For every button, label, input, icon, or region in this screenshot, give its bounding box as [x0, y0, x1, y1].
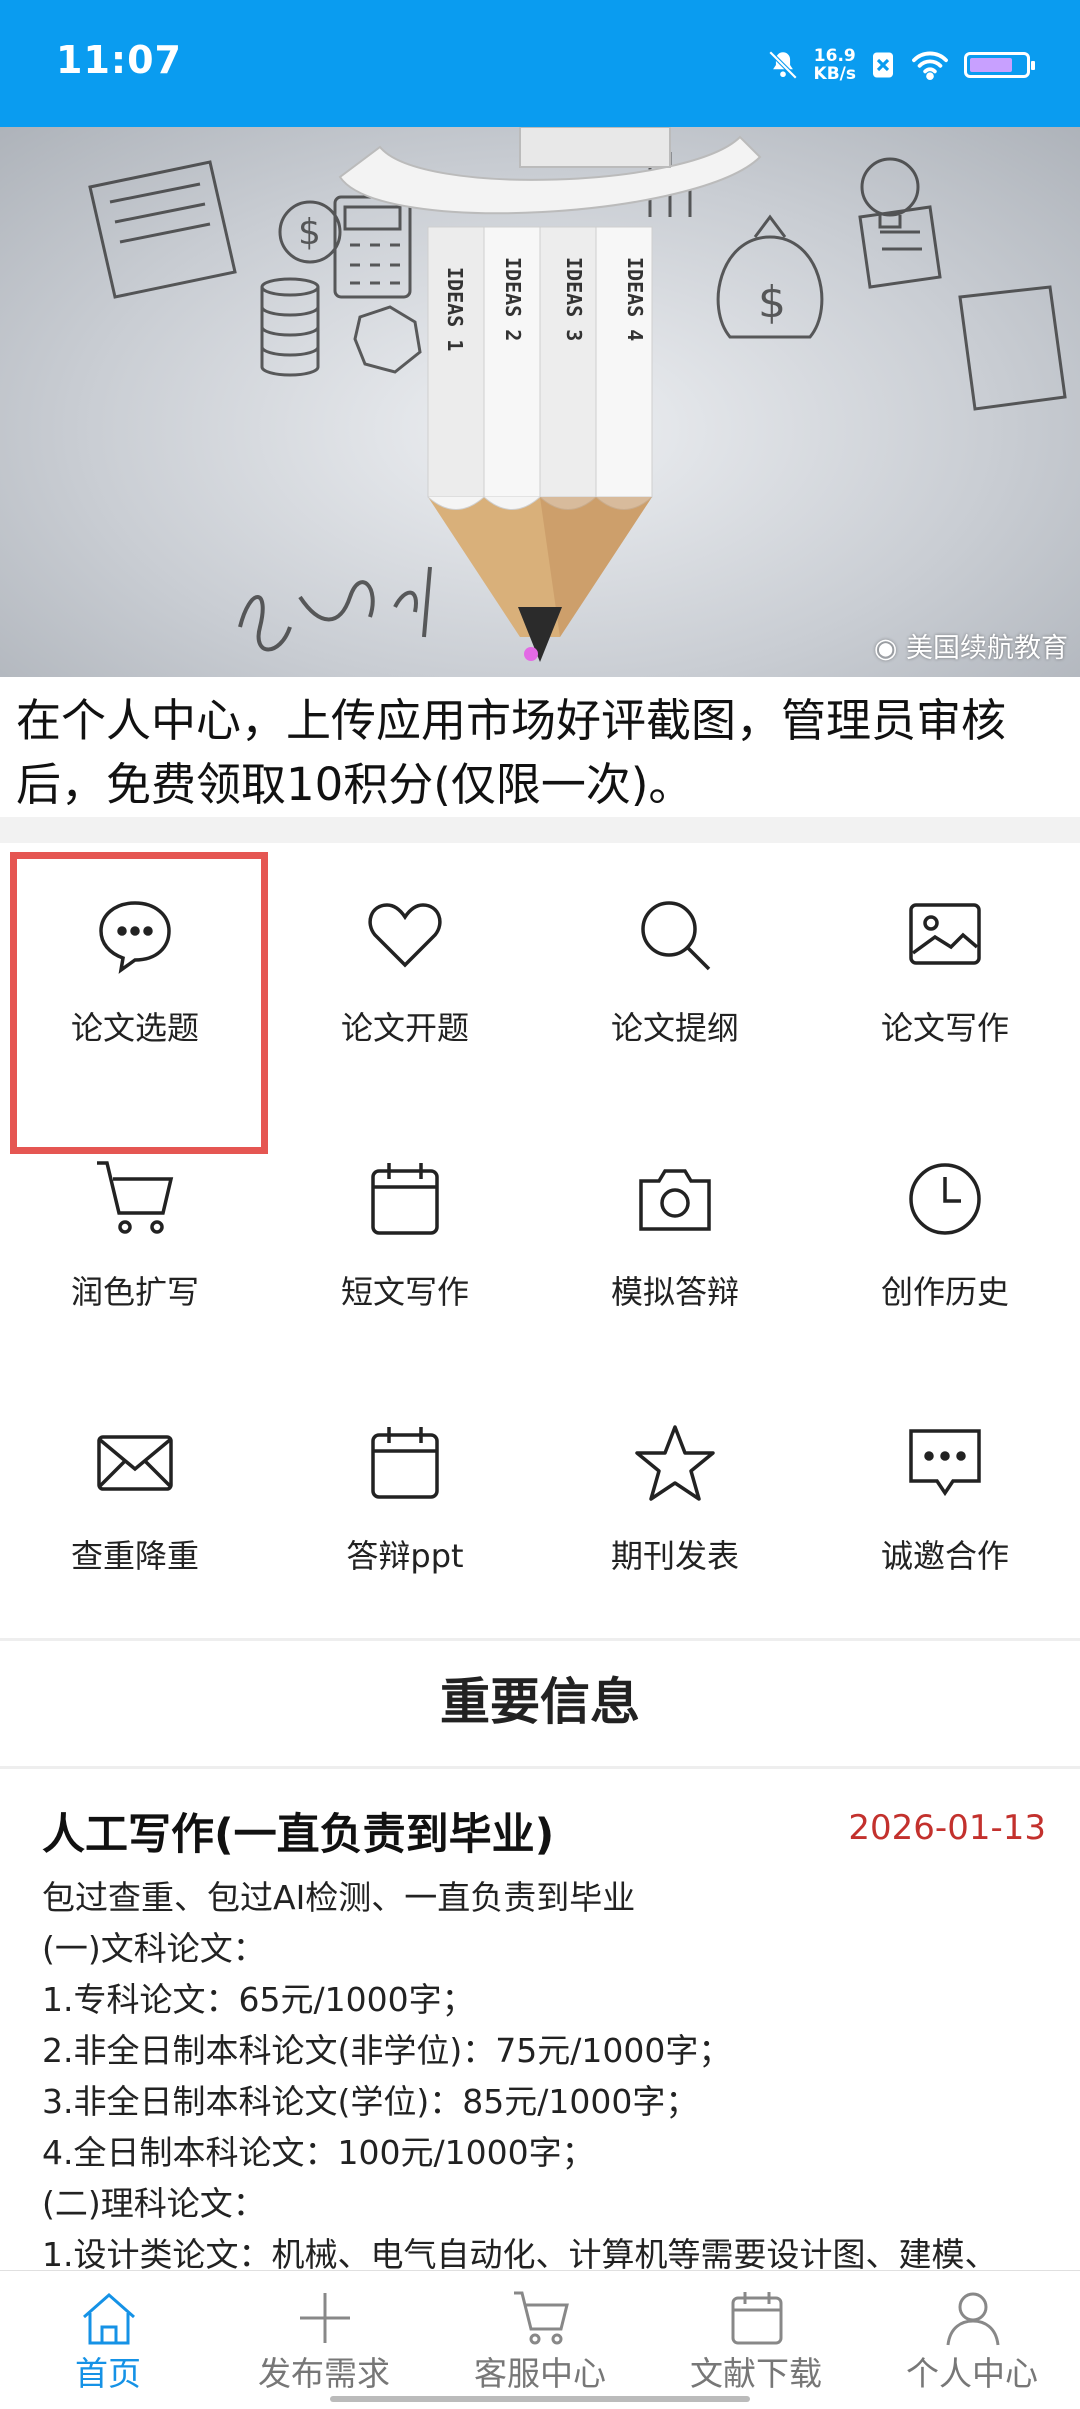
- info-article[interactable]: 人工写作(一直负责到毕业) 2026-01-13 包过查重、包过AI检测、一直负…: [42, 1800, 1046, 2280]
- grid-item-journal[interactable]: 期刊发表: [540, 1371, 810, 1635]
- mute-bell-icon: [768, 50, 797, 80]
- banner-illustration: $ $ IDEAS 1 IDEAS 2 IDEAS 3 IDEAS 4: [88, 127, 1067, 662]
- grid-item-writing[interactable]: 论文写作: [810, 843, 1080, 1107]
- section-title: 重要信息: [440, 1673, 640, 1731]
- grid-item-defense-ppt[interactable]: 答辩ppt: [270, 1371, 540, 1635]
- network-speed: 16.9 KB/s: [814, 47, 856, 83]
- grid-item-mock-defense[interactable]: 模拟答辩: [540, 1107, 810, 1371]
- grid-label: 创作历史: [880, 1273, 1009, 1311]
- network-speed-unit: KB/s: [813, 64, 856, 84]
- cart-icon: [97, 1161, 174, 1234]
- banner-image[interactable]: $ $ IDEAS 1 IDEAS 2 IDEAS 3 IDEAS 4 ◉ 美国…: [0, 127, 1080, 677]
- nav-home[interactable]: 首页: [0, 2271, 216, 2409]
- grid-item-plagiarism[interactable]: 查重降重: [0, 1371, 270, 1635]
- banner-watermark-text: 美国续航教育: [906, 633, 1068, 664]
- wifi-icon: [912, 51, 948, 81]
- nav-label: 客服中心: [474, 2354, 606, 2393]
- battery-icon: [964, 52, 1035, 78]
- plus-icon: [300, 2293, 350, 2343]
- grid-label: 论文写作: [880, 1009, 1009, 1047]
- calendar-icon: [371, 1427, 439, 1499]
- grid-label: 模拟答辩: [610, 1273, 739, 1311]
- grid-item-cooperation[interactable]: 诚邀合作: [810, 1371, 1080, 1635]
- nav-publish[interactable]: 发布需求: [216, 2271, 432, 2409]
- pencil-label-3: IDEAS 3: [562, 257, 586, 341]
- article-line: 1.专科论文：65元/1000字；: [42, 1980, 475, 2019]
- status-icons: 16.9 KB/s: [766, 40, 1035, 90]
- nav-label: 个人中心: [906, 2354, 1038, 2393]
- pencil-label-4: IDEAS 4: [623, 257, 647, 341]
- grid-label: 短文写作: [340, 1273, 469, 1311]
- heart-icon: [368, 903, 442, 968]
- home-indicator[interactable]: [330, 2396, 750, 2402]
- calendar-icon: [731, 2292, 783, 2345]
- clock-icon: [909, 1163, 981, 1235]
- article-date: 2026-01-13: [848, 1808, 1046, 1848]
- home-icon: [83, 2293, 135, 2345]
- envelope-icon: [97, 1435, 173, 1491]
- svg-text:$: $: [298, 212, 321, 253]
- camera-icon: [639, 1169, 711, 1231]
- article-line: 4.全日制本科论文：100元/1000字；: [42, 2133, 595, 2172]
- status-bar: 11:07 16.9 KB/s: [0, 0, 1080, 127]
- nav-label: 文献下载: [690, 2354, 822, 2393]
- grid-label: 论文开题: [340, 1009, 469, 1047]
- status-time: 11:07: [56, 38, 182, 82]
- grid-label: 诚邀合作: [880, 1537, 1009, 1575]
- nav-profile[interactable]: 个人中心: [864, 2271, 1080, 2409]
- image-icon: [909, 903, 981, 965]
- divider: [0, 1766, 1080, 1769]
- weibo-icon: ◉: [873, 633, 898, 664]
- article-body: 包过查重、包过AI检测、一直负责到毕业 (一)文科论文： 1.专科论文：65元/…: [42, 1872, 1042, 2280]
- calendar-icon: [371, 1163, 439, 1235]
- sim-x-icon: [873, 52, 893, 78]
- article-line: 3.非全日制本科论文(学位)：85元/1000字；: [42, 2082, 699, 2121]
- grid-item-proposal[interactable]: 论文开题: [270, 843, 540, 1107]
- grid-item-outline[interactable]: 论文提纲: [540, 843, 810, 1107]
- cart-icon: [514, 2291, 569, 2345]
- carousel-indicator-dot[interactable]: [524, 647, 538, 661]
- nav-service[interactable]: 客服中心: [432, 2271, 648, 2409]
- section-gap: [0, 817, 1080, 843]
- nav-label: 发布需求: [258, 2354, 390, 2393]
- notice-text: 在个人中心，上传应用市场好评截图，管理员审核后，免费领取10积分(仅限一次)。: [16, 694, 1007, 811]
- banner-watermark: ◉ 美国续航教育: [874, 626, 1068, 665]
- svg-text:$: $: [758, 277, 786, 328]
- person-icon: [946, 2292, 1000, 2346]
- message-icon: [909, 1429, 981, 1497]
- bottom-nav: 首页 发布需求 客服中心 文献下载 个人中心: [0, 2270, 1080, 2409]
- pencil-label-1: IDEAS 1: [443, 267, 467, 351]
- notice-banner: 在个人中心，上传应用市场好评截图，管理员审核后，免费领取10积分(仅限一次)。: [0, 677, 1080, 817]
- grid-item-short-writing[interactable]: 短文写作: [270, 1107, 540, 1371]
- grid-item-history[interactable]: 创作历史: [810, 1107, 1080, 1371]
- article-line: (二)理科论文：: [42, 2184, 266, 2223]
- search-icon: [641, 901, 711, 971]
- selection-highlight: [10, 852, 268, 1154]
- article-line: (一)文科论文：: [42, 1929, 266, 1968]
- grid-label: 润色扩写: [70, 1273, 199, 1311]
- divider: [0, 1638, 1080, 1641]
- grid-label: 论文提纲: [610, 1009, 739, 1047]
- star-icon: [635, 1425, 715, 1501]
- pencil-label-2: IDEAS 2: [501, 257, 525, 341]
- article-line: 2.非全日制本科论文(非学位)：75元/1000字；: [42, 2031, 732, 2070]
- grid-label: 答辩ppt: [346, 1537, 464, 1575]
- grid-label: 查重降重: [70, 1537, 199, 1575]
- nav-literature[interactable]: 文献下载: [648, 2271, 864, 2409]
- grid-label: 期刊发表: [610, 1537, 739, 1575]
- network-speed-value: 16.9: [813, 46, 856, 66]
- nav-label: 首页: [75, 2354, 141, 2393]
- article-line: 包过查重、包过AI检测、一直负责到毕业: [42, 1878, 636, 1917]
